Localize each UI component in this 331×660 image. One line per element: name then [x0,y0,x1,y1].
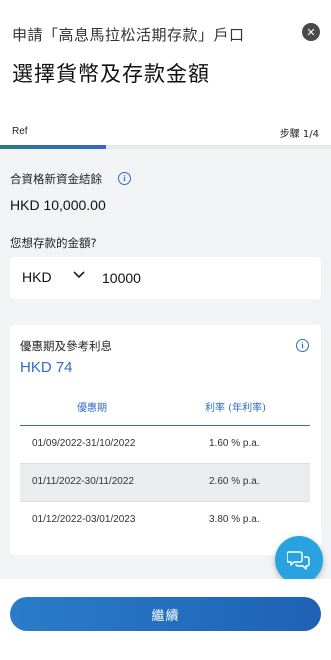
footer: 繼續 [0,579,331,660]
rate-cell: 3.80 % p.a. [209,514,260,525]
period-cell: 01/11/2022-30/11/2022 [32,476,134,487]
period-cell: 01/09/2022-31/10/2022 [32,438,136,449]
balance-value: HKD 10,000.00 [10,197,106,213]
amount-label: 您想存款的金額? [10,236,97,250]
close-icon[interactable]: ✕ [302,23,320,41]
ref-label: Ref [12,126,28,137]
page-title: 選擇貨幣及存款金額 [12,62,210,86]
header: 申請「高息馬拉松活期存款」戶口 ✕ 選擇貨幣及存款金額 Ref 步驟 1/4 [0,0,331,145]
amount-input[interactable] [102,265,302,291]
table-row: 01/09/2022-31/10/2022 1.60 % p.a. [20,426,310,464]
column-header-rate: 利率 (年利率) [205,403,266,414]
table-row: 01/11/2022-30/11/2022 2.60 % p.a. [20,464,310,502]
chevron-down-icon[interactable] [72,270,86,280]
step-indicator: 步驟 1/4 [279,129,319,140]
period-cell: 01/12/2022-03/01/2023 [32,514,136,525]
rate-card-title: 優惠期及參考利息 [20,339,112,353]
currency-select[interactable]: HKD [22,269,52,285]
continue-button[interactable]: 繼續 [10,597,321,631]
chat-button[interactable] [275,536,323,584]
page-subtitle: 申請「高息馬拉松活期存款」戶口 [12,26,245,44]
rate-card: 優惠期及參考利息 i HKD 74 優惠期 利率 (年利率) 01/09/202… [10,325,321,555]
amount-input-group: HKD [10,257,321,299]
chat-bubbles-icon [287,551,310,570]
interest-amount: HKD 74 [20,359,73,376]
balance-label: 合資格新資金結餘 [10,172,102,186]
rate-cell: 1.60 % p.a. [209,438,260,449]
info-icon[interactable]: i [118,172,131,185]
form-content: 合資格新資金結餘 i HKD 10,000.00 您想存款的金額? HKD 優惠… [0,149,331,579]
table-row: 01/12/2022-03/01/2023 3.80 % p.a. [20,502,310,540]
info-icon[interactable]: i [296,339,309,352]
rate-cell: 2.60 % p.a. [209,476,260,487]
column-header-period: 優惠期 [77,403,107,414]
